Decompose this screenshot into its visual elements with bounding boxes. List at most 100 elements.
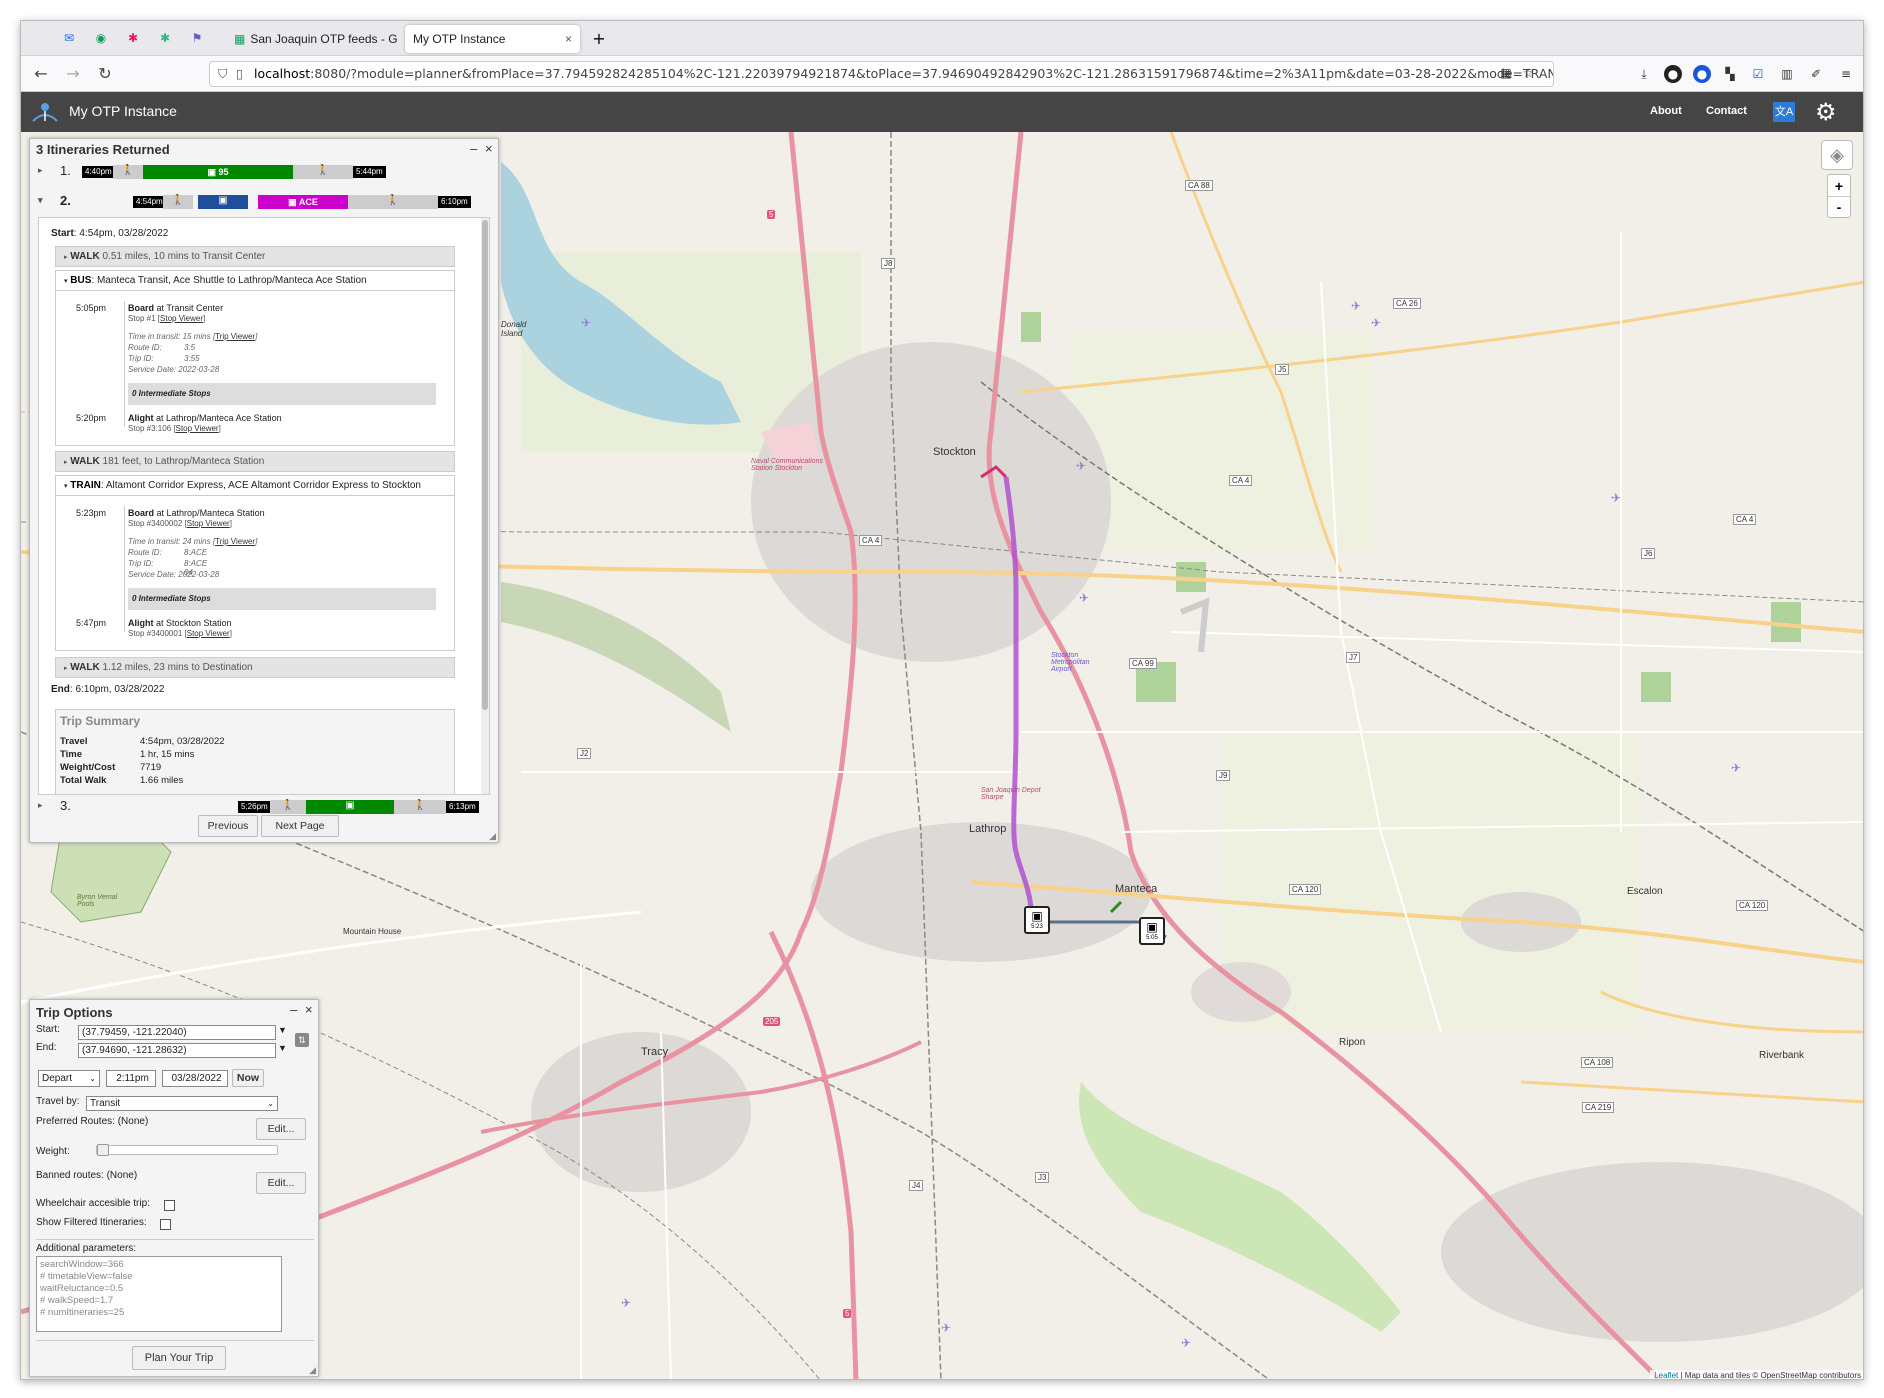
service-date-label: Service Date: bbox=[128, 365, 177, 374]
time-input[interactable]: 2:11pm bbox=[106, 1070, 156, 1087]
extension-icon-4[interactable]: ☑ bbox=[1749, 65, 1767, 83]
slider-handle[interactable] bbox=[97, 1144, 109, 1156]
time-in-transit: Time in transit: 24 mins bbox=[128, 537, 211, 546]
end-location-input[interactable]: (37.94690, -121.28632) bbox=[78, 1043, 276, 1058]
contact-link[interactable]: Contact bbox=[1706, 105, 1747, 117]
translate-icon[interactable]: 文A bbox=[1773, 102, 1795, 122]
back-icon[interactable]: ← bbox=[31, 64, 51, 84]
now-button[interactable]: Now bbox=[232, 1069, 264, 1087]
highway-shield: CA 26 bbox=[1393, 298, 1421, 309]
place-label: Ripon bbox=[1339, 1037, 1366, 1048]
stop-viewer-link[interactable]: Stop Viewer bbox=[176, 424, 219, 433]
board-label: Board bbox=[128, 303, 155, 313]
trip-viewer-link[interactable]: Trip Viewer bbox=[215, 537, 255, 546]
new-tab-button[interactable]: + bbox=[591, 29, 607, 48]
extension-icon[interactable]: ● bbox=[1664, 65, 1682, 83]
route-segment-train: ▣ ACE bbox=[258, 195, 348, 209]
itinerary-row-2[interactable]: ▾ 2. 4:54pm 🚶 ▣ ▣ ACE 🚶 6:10pm bbox=[38, 193, 508, 211]
layers-icon[interactable]: ◈ bbox=[1821, 140, 1853, 170]
stop-viewer-link[interactable]: Stop Viewer bbox=[187, 629, 230, 638]
place-label: Byron Vernal Pools bbox=[77, 894, 118, 908]
gmail-icon[interactable]: ✉ bbox=[61, 30, 77, 46]
map-view[interactable]: ✈ ✈ ✈ ✈ ✈ ✈ ✈ ✈ ✈ ✈ Stockton Lathrop Man… bbox=[21, 132, 1863, 1380]
extension-icon-6[interactable]: ✐ bbox=[1807, 65, 1825, 83]
start-location-input[interactable]: (37.79459, -121.22040) bbox=[78, 1025, 276, 1040]
leg-walk-2[interactable]: ▸ WALK 181 feet, to Lathrop/Manteca Stat… bbox=[55, 451, 455, 472]
board-stop: at Transit Center bbox=[156, 303, 224, 313]
url-host: localhost bbox=[254, 66, 311, 81]
slack-icon-2[interactable]: ✱ bbox=[157, 30, 173, 46]
scrollbar[interactable] bbox=[481, 218, 489, 794]
weight-slider[interactable] bbox=[96, 1144, 278, 1156]
minimize-icon[interactable]: – bbox=[290, 1002, 297, 1017]
leaflet-link[interactable]: Leaflet bbox=[1654, 1371, 1678, 1379]
extension-icon-5[interactable]: ▥ bbox=[1778, 65, 1796, 83]
next-page-button[interactable]: Next Page bbox=[261, 815, 339, 837]
about-link[interactable]: About bbox=[1650, 105, 1682, 117]
close-icon[interactable]: × bbox=[485, 141, 493, 156]
attribution-text: | Map data and tiles © OpenStreetMap con… bbox=[1680, 1371, 1861, 1380]
alight-stop: at Stockton Station bbox=[156, 618, 232, 628]
end-label: End bbox=[51, 684, 70, 695]
stop-viewer-link[interactable]: Stop Viewer bbox=[187, 519, 230, 528]
place-label: Stockton bbox=[933, 446, 976, 458]
plan-trip-button[interactable]: Plan Your Trip bbox=[132, 1346, 226, 1370]
resize-handle-icon[interactable]: ◢ bbox=[309, 1365, 316, 1376]
depart-select[interactable]: Depart ⌄ bbox=[38, 1070, 100, 1087]
previous-button[interactable]: Previous bbox=[198, 815, 258, 837]
leg-mode: WALK bbox=[70, 251, 100, 262]
leg-walk-3[interactable]: ▸ WALK 1.12 miles, 23 mins to Destinatio… bbox=[55, 657, 455, 678]
leg-header[interactable]: ▾ TRAIN: Altamont Corridor Express, ACE … bbox=[56, 476, 454, 496]
extension-icon-2[interactable]: ● bbox=[1693, 65, 1711, 83]
tab-otp-instance[interactable]: My OTP Instance × bbox=[405, 25, 580, 53]
swap-locations-icon[interactable]: ⇅ bbox=[295, 1033, 309, 1047]
itinerary-number: 2. bbox=[60, 193, 71, 208]
trip-viewer-link[interactable]: Trip Viewer bbox=[215, 332, 255, 341]
itinerary-row-3[interactable]: ▸ 3. 5:26pm 🚶 ▣ 🚶 6:13pm bbox=[38, 798, 508, 816]
stop-viewer-link[interactable]: Stop Viewer bbox=[160, 314, 203, 323]
additional-params-textarea[interactable]: searchWindow=366 # timetableView=false w… bbox=[36, 1256, 282, 1332]
close-icon[interactable]: × bbox=[305, 1002, 313, 1017]
close-icon[interactable]: × bbox=[559, 32, 572, 46]
filtered-checkbox[interactable] bbox=[160, 1219, 171, 1230]
extension-icon-3[interactable]: ▚ bbox=[1721, 65, 1739, 83]
reload-icon[interactable]: ↻ bbox=[95, 64, 115, 84]
tab-otp-feeds[interactable]: ▦ San Joaquin OTP feeds - G × bbox=[226, 25, 421, 53]
download-icon[interactable]: ⤓ bbox=[1635, 65, 1653, 83]
teams-icon[interactable]: ⚑ bbox=[189, 30, 205, 46]
zoom-out-button[interactable]: - bbox=[1828, 197, 1850, 218]
end-dropdown-icon[interactable]: ▼ bbox=[278, 1043, 287, 1053]
travel-by-select[interactable]: Transit ⌄ bbox=[86, 1096, 278, 1111]
forward-icon[interactable]: → bbox=[63, 64, 83, 84]
wheelchair-label: Wheelchair accesible trip: bbox=[36, 1198, 150, 1209]
zoom-in-button[interactable]: + bbox=[1828, 175, 1850, 197]
bus-stop-marker[interactable]: ▣ 5:05 bbox=[1139, 917, 1165, 945]
intermediate-stops[interactable]: 0 Intermediate Stops bbox=[128, 588, 436, 610]
leg-header[interactable]: ▾ BUS: Manteca Transit, Ace Shuttle to L… bbox=[56, 271, 454, 291]
end-time: 6:13pm bbox=[446, 801, 479, 813]
bookmark-star-icon[interactable]: ☆ bbox=[1519, 64, 1537, 82]
slack-icon[interactable]: ✱ bbox=[125, 30, 141, 46]
trip-summary-title: Trip Summary bbox=[60, 714, 141, 728]
minimize-icon[interactable]: – bbox=[470, 141, 477, 156]
qr-icon[interactable]: ▦ bbox=[1497, 64, 1515, 82]
address-bar[interactable]: ⛉ ▯ localhost:8080/?module=planner&fromP… bbox=[209, 61, 1554, 87]
start-dropdown-icon[interactable]: ▼ bbox=[278, 1025, 287, 1035]
resize-handle-icon[interactable]: ◢ bbox=[489, 831, 496, 842]
service-date: 2022-03-28 bbox=[178, 365, 220, 374]
bus-icon: ▣ bbox=[1146, 920, 1158, 934]
additional-params-label: Additional parameters: bbox=[36, 1243, 137, 1254]
date-input[interactable]: 03/28/2022 bbox=[162, 1070, 228, 1087]
leg-walk-1[interactable]: ▸ WALK 0.51 miles, 10 mins to Transit Ce… bbox=[55, 246, 455, 267]
page-icon: ▯ bbox=[236, 66, 243, 81]
app-icon[interactable]: ◉ bbox=[93, 30, 109, 46]
edit-preferred-button[interactable]: Edit... bbox=[256, 1118, 306, 1140]
wheelchair-checkbox[interactable] bbox=[164, 1200, 175, 1211]
intermediate-stops[interactable]: 0 Intermediate Stops bbox=[128, 383, 436, 405]
itinerary-row-1[interactable]: ▸ 1. 4:40pm 🚶 ▣ 95 🚶 5:44pm bbox=[38, 163, 508, 181]
otp-logo-icon bbox=[32, 103, 58, 122]
menu-icon[interactable]: ≡ bbox=[1837, 65, 1855, 83]
bus-stop-marker[interactable]: ▣ 5:23 bbox=[1024, 906, 1050, 934]
edit-banned-button[interactable]: Edit... bbox=[256, 1172, 306, 1194]
settings-gear-icon[interactable]: ⚙ bbox=[1815, 98, 1837, 126]
